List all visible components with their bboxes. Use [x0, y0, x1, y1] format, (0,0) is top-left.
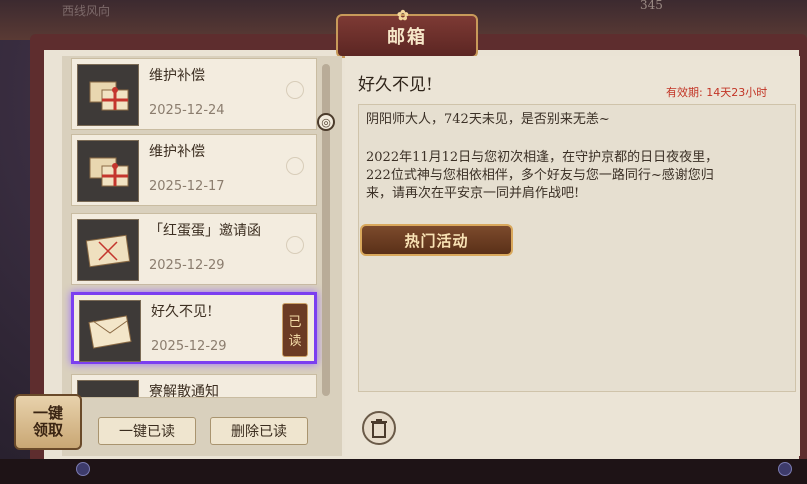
mail-title: 好久不见! [151, 304, 213, 320]
mail-title: 寮解散通知 [149, 384, 219, 398]
mail-paragraph-2-line-1: 2022年11月12日与您初次相逢，在守护京都的日日夜夜里， [366, 150, 719, 165]
flower-icon: ✿ [397, 8, 411, 24]
read-tag-char-2: 读 [288, 334, 302, 349]
mail-title: 维护补偿 [149, 68, 205, 84]
mail-title: 「红蛋蛋」邀请函 [149, 223, 261, 239]
ghost-text-right: 345 [640, 0, 663, 12]
read-all-button[interactable]: 一键已读 [98, 417, 196, 445]
read-tag-char-1: 已 [288, 315, 302, 330]
open-letter-icon [79, 300, 141, 362]
window-title: 邮箱 [387, 27, 427, 48]
mail-date: 2025-12-29 [151, 339, 227, 354]
scroll-handle-icon[interactable]: ◎ [317, 113, 335, 131]
claim-all-button[interactable]: 一键 领取 [14, 394, 82, 450]
nav-dot-right-icon [778, 462, 792, 476]
mail-paragraph-2-line-3: 来，请再次在平安京一同并肩作战吧! [366, 186, 580, 201]
mail-item[interactable]: 维护补偿 2025-12-24 [71, 58, 317, 130]
envelope-icon [77, 380, 139, 397]
hot-event-button[interactable]: 热门活动 [360, 224, 513, 256]
mail-item[interactable]: 「红蛋蛋」邀请函 2025-12-29 [71, 213, 317, 285]
read-tag: 已 读 [282, 303, 308, 357]
mail-date: 2025-12-24 [149, 103, 225, 118]
mail-paragraph-2-line-2: 222位式神与您相依相伴，多个好友与您一路同行~感谢您归 [366, 168, 714, 183]
mail-title: 维护补偿 [149, 144, 205, 160]
mail-paragraph-1: 阴阳师大人，742天未见，是否别来无恙~ [366, 112, 610, 127]
ghost-text-left: 西线风向 [62, 4, 111, 18]
mail-item[interactable]: 维护补偿 2025-12-17 [71, 134, 317, 206]
mail-detail-title: 好久不见! [358, 75, 433, 95]
mail-item[interactable]: 寮解散通知 [71, 374, 317, 398]
expiry-text: 有效期: 14天23小时 [666, 86, 768, 99]
nav-dot-left-icon [76, 462, 90, 476]
envelope-icon [77, 219, 139, 281]
bottom-bar [0, 459, 807, 484]
gift-package-icon [77, 140, 139, 202]
decor-icon [286, 81, 304, 99]
mail-date: 2025-12-29 [149, 258, 225, 273]
mail-item-selected[interactable]: 好久不见! 2025-12-29 已 读 [71, 292, 317, 364]
decor-icon [286, 236, 304, 254]
claim-all-line-2: 领取 [32, 421, 63, 439]
window-title-plate: ✿ 邮箱 [336, 8, 478, 58]
mail-date: 2025-12-17 [149, 179, 225, 194]
delete-trash-icon[interactable] [362, 411, 396, 445]
decor-icon [286, 157, 304, 175]
delete-read-button[interactable]: 删除已读 [210, 417, 308, 445]
gift-package-icon [77, 64, 139, 126]
claim-all-line-1: 一键 [32, 404, 63, 422]
